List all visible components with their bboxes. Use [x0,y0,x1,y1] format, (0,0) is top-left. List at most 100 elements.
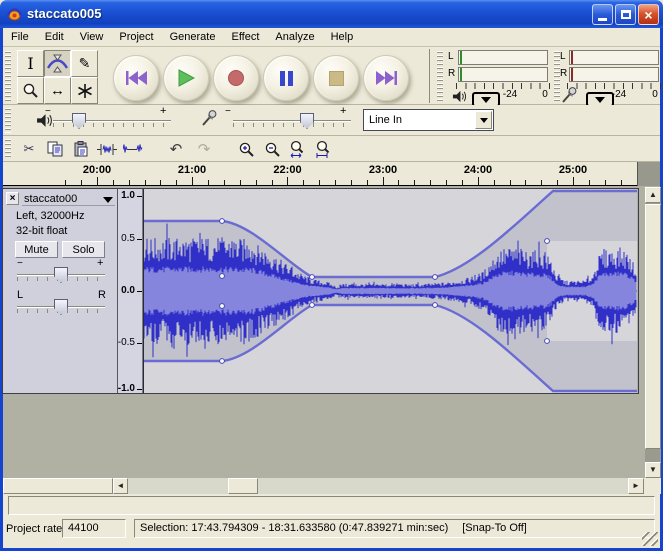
vertical-scrollbar[interactable]: ▲ ▼ [645,187,661,478]
envelope-control-point [433,303,438,308]
project-rate-label: Project rate: [6,523,65,535]
envelope-control-point [310,303,315,308]
project-rate-field: 44100 [62,519,126,538]
resize-grip[interactable] [642,532,658,546]
multi-tool-button[interactable] [71,77,98,104]
output-scale-neg: -24 [498,89,522,100]
input-scale-zero: 0 [649,89,661,100]
output-volume-slider[interactable] [53,114,171,128]
pan-slider[interactable] [17,300,105,314]
fit-selection-button[interactable] [285,138,311,160]
microphone-icon [559,85,579,105]
input-volume-slider[interactable] [233,114,351,128]
speaker-icon [452,89,467,104]
input-meter-right-bar[interactable] [569,67,659,82]
skip-start-icon [125,70,148,86]
output-meter-grip[interactable] [437,51,443,101]
ruler-minor-tick [208,180,209,185]
undo-button[interactable]: ↶ [163,138,189,160]
menu-item-edit[interactable]: Edit [37,29,72,45]
play-icon [177,69,195,87]
pause-button[interactable] [263,55,309,101]
horizontal-scrollbar-track[interactable] [128,478,628,494]
ruler-minor-tick [462,180,463,185]
menu-item-analyze[interactable]: Analyze [267,29,322,45]
ruler-minor-tick [446,180,447,185]
track-close-button[interactable]: × [6,192,19,205]
menu-item-project[interactable]: Project [111,29,161,45]
silence-button[interactable] [120,138,146,160]
skip-to-end-button[interactable] [363,55,409,101]
ruler-minor-tick [367,180,368,185]
output-meter-right-bar[interactable] [458,67,548,82]
menu-item-effect[interactable]: Effect [223,29,267,45]
skip-to-start-button[interactable] [113,55,159,101]
horizontal-scroll-thumb[interactable] [228,478,258,494]
output-meter-left-bar[interactable] [458,50,548,65]
play-button[interactable] [163,55,209,101]
scroll-left-button[interactable]: ◄ [113,478,128,494]
mixer-grip[interactable] [5,108,11,133]
zoom-tool-button[interactable] [17,77,44,104]
slider-groove [53,120,171,122]
menu-item-help[interactable]: Help [323,29,362,45]
zoom-in-button[interactable] [233,138,259,160]
stop-button[interactable] [313,55,359,101]
scroll-down-button[interactable]: ▼ [645,462,661,478]
input-source-combobox[interactable]: Line In [363,109,494,131]
fit-project-button[interactable] [311,138,337,160]
timeshift-tool-button[interactable]: ↔ [44,77,71,104]
mixer-toolbar: − + − + Line In [3,105,660,136]
paste-button[interactable] [68,138,94,160]
redo-button[interactable]: ↷ [191,138,217,160]
minimize-button[interactable] [592,4,613,25]
title-bar[interactable]: staccato005 × [0,0,663,28]
trim-icon [97,142,117,157]
solo-button[interactable]: Solo [62,241,105,258]
ruler-major-tick [287,177,288,185]
maximize-button[interactable] [615,4,636,25]
envelope-control-point [220,304,225,309]
skip-end-icon [375,70,398,86]
window-title: staccato005 [27,6,101,21]
edit-grip[interactable] [5,139,11,159]
ibeam-icon: I [27,54,33,73]
trim-button[interactable] [94,138,120,160]
copy-button[interactable] [42,138,68,160]
envelope-control-point [545,239,550,244]
toolbar-separator [429,49,430,103]
menu-item-view[interactable]: View [72,29,112,45]
input-meter-right-label: R [560,68,567,79]
ruler-minor-tick [272,180,273,185]
close-button[interactable]: × [638,4,659,25]
scroll-up-button[interactable]: ▲ [645,187,661,203]
zoom-out-button[interactable] [259,138,285,160]
vruler-tick [137,291,142,292]
cut-button[interactable]: ✂ [16,138,42,160]
timeline-ruler[interactable]: 20:0021:0022:0023:0024:0025:00 [3,162,637,186]
meter-tick [460,51,462,64]
scroll-right-button[interactable]: ► [628,478,644,494]
audacity-window: staccato005 × FileEditViewProjectGenerat… [0,0,663,551]
vruler-tick [137,389,142,390]
gain-slider[interactable] [17,268,105,282]
mute-button[interactable]: Mute [15,241,58,258]
selection-tool-button[interactable]: I [17,50,44,77]
scrollbar-spacer-panel [3,478,113,494]
toolbar-grip[interactable] [5,51,11,101]
ruler-minor-tick [414,180,415,185]
track-title-menu[interactable]: staccato00 [22,191,115,206]
menu-item-generate[interactable]: Generate [162,29,224,45]
meter-tick [460,68,462,81]
mute-label: Mute [24,244,48,256]
vertical-scroll-thumb[interactable] [645,204,661,449]
draw-tool-button[interactable]: ✎ [71,50,98,77]
envelope-tool-button[interactable] [44,50,71,77]
input-meter-left-bar[interactable] [569,50,659,65]
snap-to-status: [Snap-To Off] [462,522,527,534]
menu-item-file[interactable]: File [3,29,37,45]
record-button[interactable] [213,55,259,101]
waveform-display[interactable] [143,189,637,393]
combobox-arrow-button[interactable] [475,111,492,129]
ruler-major-tick [97,177,98,185]
